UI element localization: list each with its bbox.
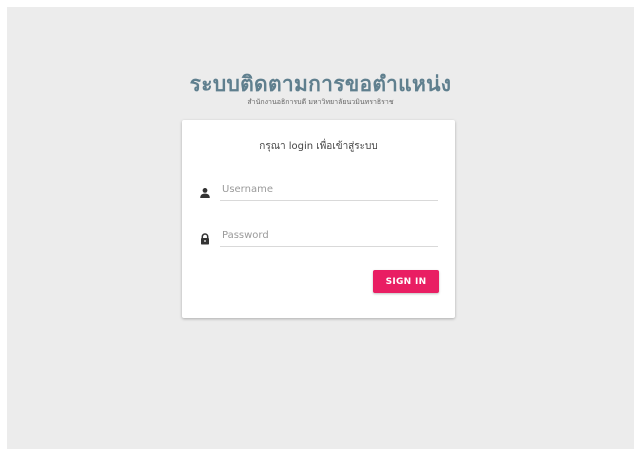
username-field — [199, 179, 439, 203]
sign-in-button[interactable]: SIGN IN — [373, 270, 439, 293]
username-input[interactable] — [220, 179, 438, 201]
password-input[interactable] — [220, 225, 438, 247]
app-subtitle: สำนักงานอธิการบดี มหาวิทยาลัยนวมินทราธิร… — [247, 98, 394, 106]
app-title: ระบบติดตามการขอตำแหน่ง — [189, 72, 452, 96]
person-icon — [199, 184, 211, 198]
password-field — [199, 225, 439, 249]
login-card: กรุณา login เพื่อเข้าสู่ระบบ SIGN IN — [182, 120, 455, 318]
page-background: ระบบติดตามการขอตำแหน่ง สำนักงานอธิการบดี… — [7, 7, 634, 449]
logo-area: ระบบติดตามการขอตำแหน่ง สำนักงานอธิการบดี… — [7, 71, 634, 107]
login-heading: กรุณา login เพื่อเข้าสู่ระบบ — [259, 141, 378, 152]
lock-icon — [199, 230, 211, 245]
